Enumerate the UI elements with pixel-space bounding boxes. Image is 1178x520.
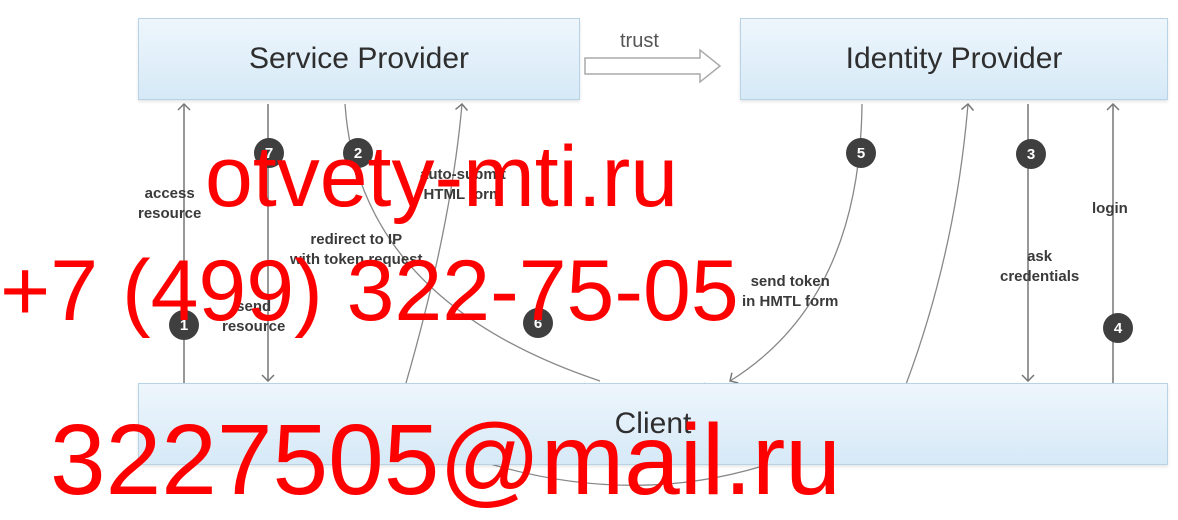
step-badge: 5 xyxy=(846,138,876,168)
node-identity-provider-label: Identity Provider xyxy=(845,42,1063,75)
edge-send-token xyxy=(729,103,863,384)
trust-label: trust xyxy=(620,30,659,52)
step-badge: 3 xyxy=(1016,139,1046,169)
label-ask-credentials: ask credentials xyxy=(1000,248,1080,285)
label-send-token: send token in HMTL form xyxy=(742,273,839,310)
trust-arrow xyxy=(584,48,722,84)
node-service-provider: Service Provider xyxy=(138,18,580,100)
watermark-email: 3227505@mail.ru xyxy=(50,404,841,516)
node-identity-provider: Identity Provider xyxy=(740,18,1168,100)
node-service-provider-label: Service Provider xyxy=(248,42,470,75)
watermark-phone: +7 (499) 322-75-05 xyxy=(0,243,739,339)
watermark-site: otvety-mti.ru xyxy=(205,129,679,225)
label-access-resource: access resource xyxy=(138,185,202,222)
label-login: login xyxy=(1092,200,1128,217)
step-badge: 4 xyxy=(1103,313,1133,343)
